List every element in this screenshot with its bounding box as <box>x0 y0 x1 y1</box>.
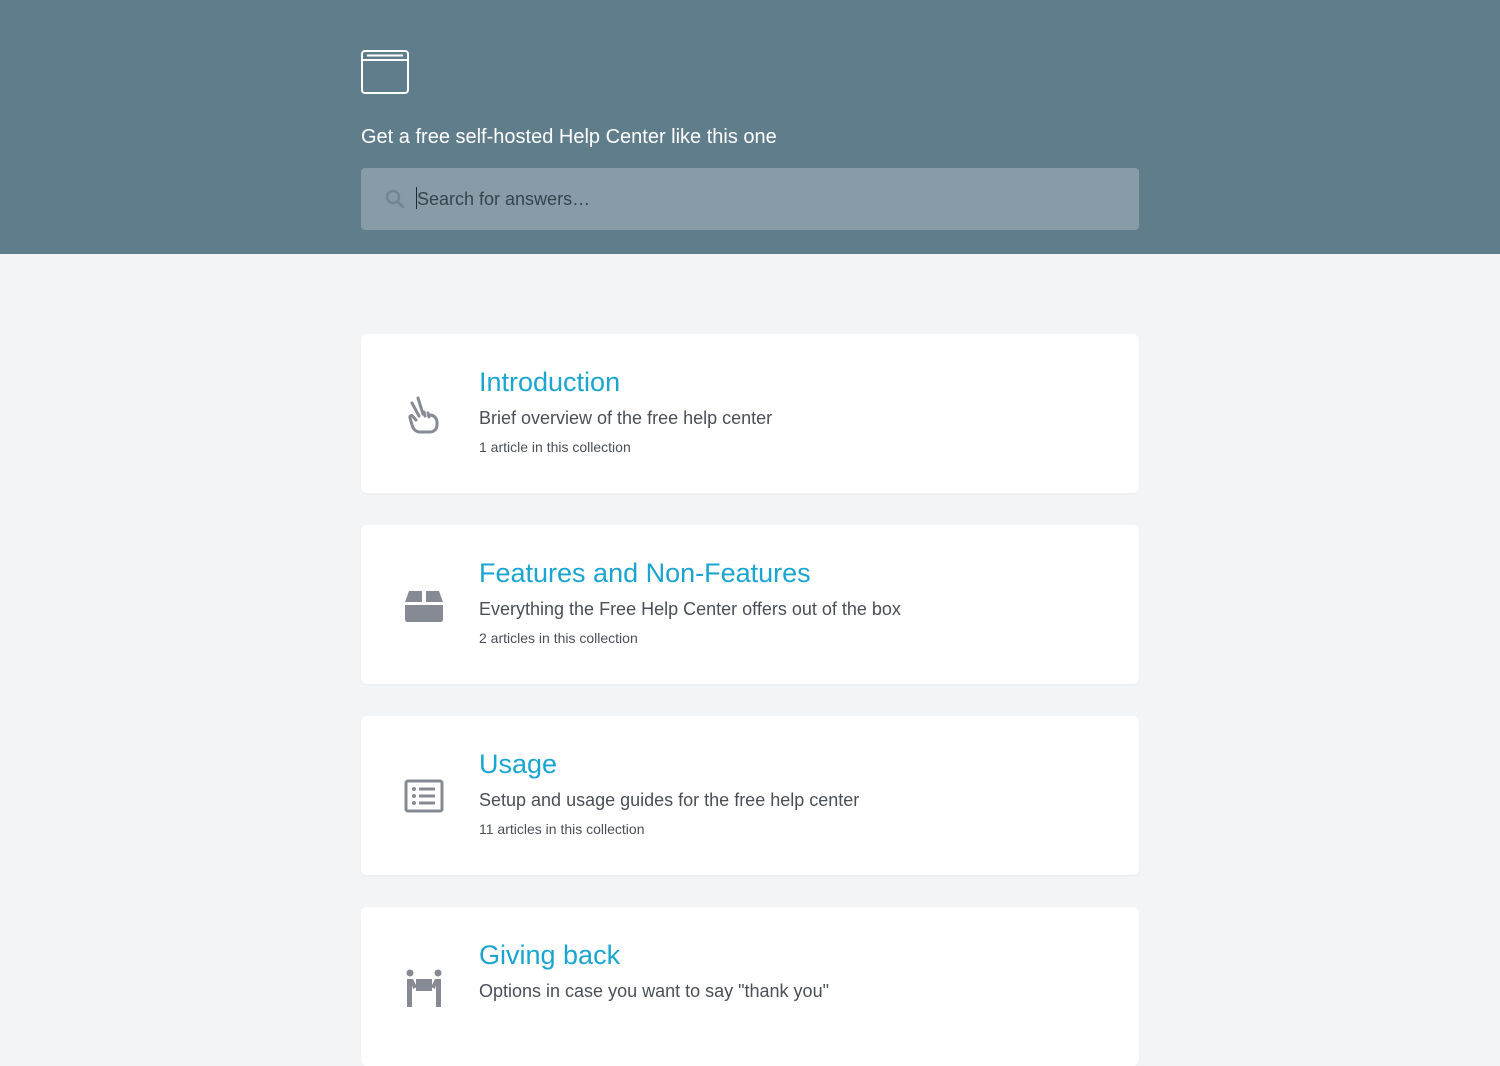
collection-card-introduction[interactable]: Introduction Brief overview of the free … <box>361 334 1139 493</box>
list-icon <box>404 776 444 816</box>
text-cursor <box>416 187 417 209</box>
collection-card-features[interactable]: Features and Non-Features Everything the… <box>361 525 1139 684</box>
collection-description: Everything the Free Help Center offers o… <box>479 599 901 619</box>
search-icon <box>385 189 405 209</box>
header-content: Get a free self-hosted Help Center like … <box>361 0 1139 254</box>
collection-description: Setup and usage guides for the free help… <box>479 790 860 810</box>
collection-title[interactable]: Introduction <box>479 365 620 399</box>
collection-title[interactable]: Giving back <box>479 938 620 972</box>
collection-title[interactable]: Features and Non-Features <box>479 556 811 590</box>
header: Get a free self-hosted Help Center like … <box>0 0 1500 254</box>
collection-description: Options in case you want to say "thank y… <box>479 981 829 1001</box>
people-carry-icon <box>404 967 444 1007</box>
collection-title[interactable]: Usage <box>479 747 557 781</box>
peace-hand-icon <box>404 394 444 434</box>
browser-window-icon[interactable] <box>361 50 409 94</box>
collection-description: Brief overview of the free help center <box>479 408 773 428</box>
collection-article-count: 1 article in this collection <box>479 439 631 455</box>
collection-card-usage[interactable]: Usage Setup and usage guides for the fre… <box>361 716 1139 875</box>
box-icon <box>404 585 444 625</box>
search-bar[interactable] <box>361 168 1139 230</box>
search-input[interactable] <box>415 168 1115 230</box>
header-tagline: Get a free self-hosted Help Center like … <box>361 126 777 148</box>
collection-article-count: 2 articles in this collection <box>479 630 638 646</box>
collection-card-giving-back[interactable]: Giving back Options in case you want to … <box>361 907 1139 1066</box>
collection-article-count: 11 articles in this collection <box>479 821 645 837</box>
